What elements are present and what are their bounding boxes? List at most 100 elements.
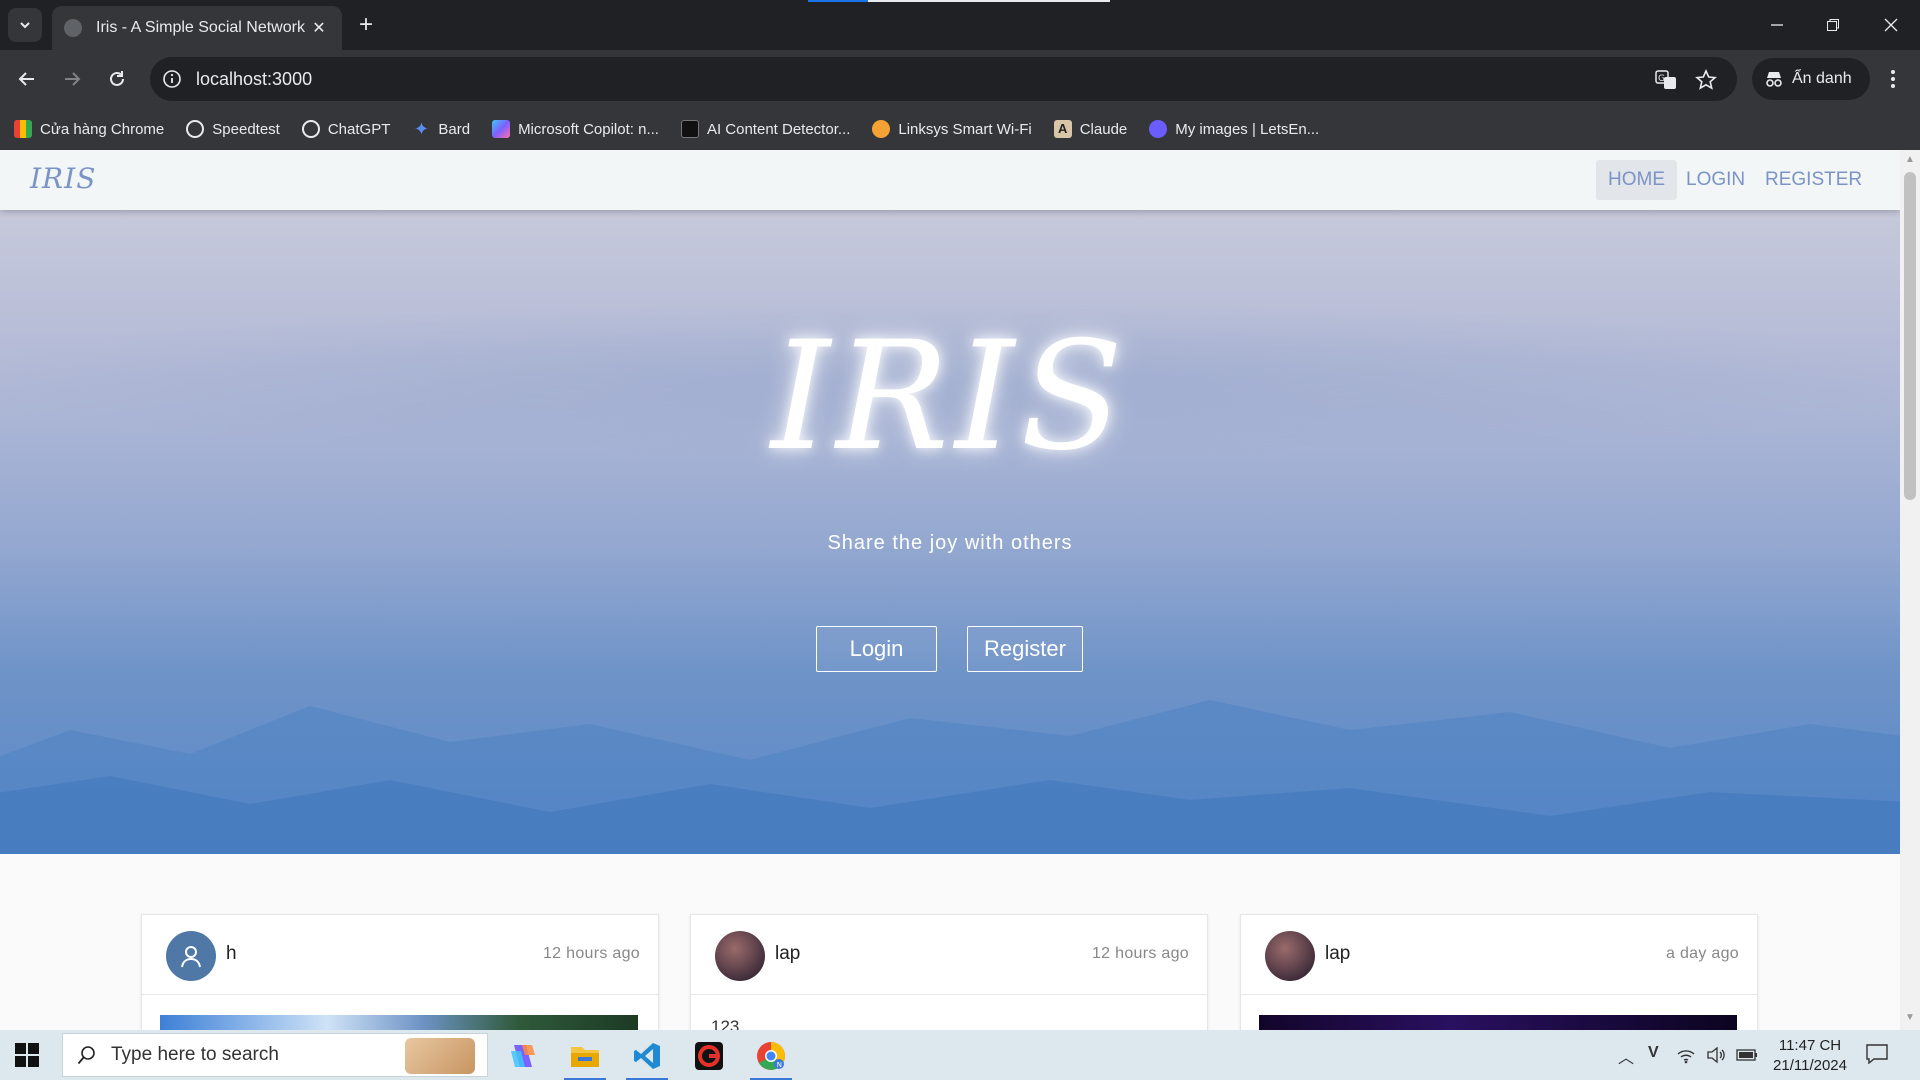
bookmark-speedtest[interactable]: Speedtest [186, 120, 280, 138]
bookmark-letsenhance[interactable]: My images | LetsEn... [1149, 120, 1319, 138]
chevron-down-icon [20, 22, 30, 29]
letsenhance-icon [1149, 120, 1168, 138]
clock-time: 11:47 CH [1778, 1037, 1842, 1054]
info-icon[interactable] [162, 69, 182, 89]
post-username[interactable]: lap [775, 943, 800, 965]
volume-icon[interactable] [1706, 1046, 1726, 1064]
post-body: 123 [691, 995, 1207, 1030]
browser-title-bar: Iris - A Simple Social Network ✕ + [0, 0, 1920, 50]
linksys-icon [872, 120, 891, 138]
taskbar-garena[interactable] [684, 1035, 734, 1077]
browser-toolbar: localhost:3000 G Ẩn danh [0, 50, 1920, 108]
file-explorer-icon [571, 1047, 599, 1067]
avatar[interactable] [715, 931, 765, 981]
tray-vpn-icon[interactable]: V [1648, 1044, 1659, 1062]
tab-search-button[interactable] [8, 8, 42, 42]
url-text[interactable]: localhost:3000 [196, 69, 312, 90]
start-button[interactable] [14, 1042, 42, 1070]
bookmark-claude[interactable]: A Claude [1053, 120, 1127, 138]
hero-title: IRIS [770, 310, 1130, 484]
speedtest-icon [186, 120, 205, 138]
vscode-icon [634, 1043, 660, 1069]
incognito-indicator[interactable]: Ẩn danh [1752, 58, 1870, 100]
post-header: h 12 hours ago [142, 915, 658, 995]
nav-home-link[interactable]: HOME [1596, 160, 1677, 200]
search-highlight-image [405, 1038, 475, 1074]
taskbar-file-explorer[interactable] [560, 1035, 610, 1080]
battery-icon[interactable] [1736, 1048, 1758, 1062]
bookmark-ai-content-detector[interactable]: AI Content Detector... [680, 120, 850, 138]
scroll-down-icon[interactable]: ▼ [1904, 1012, 1916, 1024]
copilot-icon [492, 120, 511, 138]
address-bar[interactable]: localhost:3000 G [150, 57, 1737, 101]
notification-center-icon[interactable] [1866, 1044, 1888, 1064]
minimize-button[interactable] [1762, 12, 1792, 38]
post-card[interactable]: h 12 hours ago [141, 914, 659, 1030]
browser-tab[interactable]: Iris - A Simple Social Network ✕ [52, 6, 342, 50]
nav-login-link[interactable]: LOGIN [1674, 160, 1757, 200]
hero-register-button[interactable]: Register [967, 626, 1083, 672]
ai-detector-icon [680, 120, 699, 138]
incognito-label: Ẩn danh [1792, 70, 1852, 87]
svg-text:G: G [1658, 74, 1665, 84]
hero-login-button[interactable]: Login [816, 626, 937, 672]
nav-register-link[interactable]: REGISTER [1753, 160, 1874, 200]
back-button[interactable] [12, 64, 42, 94]
garena-icon [695, 1042, 723, 1070]
avatar[interactable] [1265, 931, 1315, 981]
post-username[interactable]: h [226, 943, 237, 965]
post-timestamp: 12 hours ago [1091, 945, 1189, 962]
hero-subtitle: Share the joy with others [827, 532, 1073, 554]
new-tab-button[interactable]: + [352, 12, 380, 40]
bookmark-bard[interactable]: ✦ Bard [412, 120, 470, 138]
post-username[interactable]: lap [1325, 943, 1350, 965]
taskbar-search-box[interactable]: Type here to search [62, 1033, 488, 1077]
wifi-icon[interactable] [1676, 1046, 1696, 1064]
translate-icon[interactable]: G [1655, 69, 1677, 91]
chatgpt-icon [301, 120, 320, 138]
post-body [1241, 995, 1757, 1030]
windows-logo-icon [15, 1043, 39, 1067]
post-image[interactable] [1259, 1015, 1737, 1030]
reload-button[interactable] [102, 64, 132, 94]
tab-close-button[interactable]: ✕ [308, 18, 330, 38]
chrome-icon: N [757, 1042, 785, 1070]
claude-icon: A [1053, 120, 1072, 138]
kebab-menu-icon [1891, 70, 1895, 88]
tab-title: Iris - A Simple Social Network [96, 19, 305, 36]
bookmark-copilot[interactable]: Microsoft Copilot: n... [492, 120, 659, 138]
browser-menu-button[interactable] [1880, 64, 1906, 94]
tray-overflow-icon[interactable]: ︿ [1618, 1044, 1634, 1068]
minimize-icon [1771, 24, 1783, 26]
post-timestamp: a day ago [1666, 945, 1739, 962]
hero-banner: IRIS Share the joy with others Login Reg… [0, 210, 1900, 854]
scrollbar-thumb[interactable] [1904, 172, 1916, 500]
post-card[interactable]: lap 12 hours ago 123 [690, 914, 1208, 1030]
close-window-button[interactable] [1876, 12, 1906, 38]
post-card[interactable]: lap a day ago [1240, 914, 1758, 1030]
avatar[interactable] [166, 931, 216, 981]
copilot-icon [511, 1045, 535, 1067]
bookmark-star-icon[interactable] [1695, 69, 1717, 91]
post-header: lap 12 hours ago [691, 915, 1207, 995]
taskbar-copilot[interactable] [498, 1035, 548, 1077]
bookmark-chatgpt[interactable]: ChatGPT [301, 120, 390, 138]
post-body [142, 995, 658, 1030]
restore-button[interactable] [1818, 12, 1848, 38]
system-clock[interactable]: 11:47 CH 21/11/2024 [1770, 1036, 1850, 1076]
page-viewport: IRIS HOME LOGIN REGISTER IRIS Share the … [0, 150, 1900, 1030]
chrome-store-icon [14, 120, 32, 138]
post-feed: h 12 hours ago lap 12 hours ago 123 lap … [0, 854, 1900, 1030]
bookmarks-bar: Cửa hàng Chrome Speedtest ChatGPT ✦ Bard … [0, 108, 1920, 150]
bookmark-chrome-store[interactable]: Cửa hàng Chrome [14, 120, 164, 138]
windows-taskbar: Type here to search N ︿ V 11:47 CH 21/11… [0, 1030, 1920, 1080]
scroll-up-icon[interactable]: ▲ [1904, 154, 1916, 166]
post-image[interactable] [160, 1015, 638, 1030]
bookmark-linksys[interactable]: Linksys Smart Wi-Fi [872, 120, 1032, 138]
forward-button[interactable] [57, 64, 87, 94]
search-icon [77, 1046, 95, 1065]
site-logo[interactable]: IRIS [30, 162, 96, 195]
taskbar-chrome[interactable]: N [746, 1035, 796, 1080]
site-navbar: IRIS HOME LOGIN REGISTER [0, 150, 1900, 210]
taskbar-vscode[interactable] [622, 1035, 672, 1080]
